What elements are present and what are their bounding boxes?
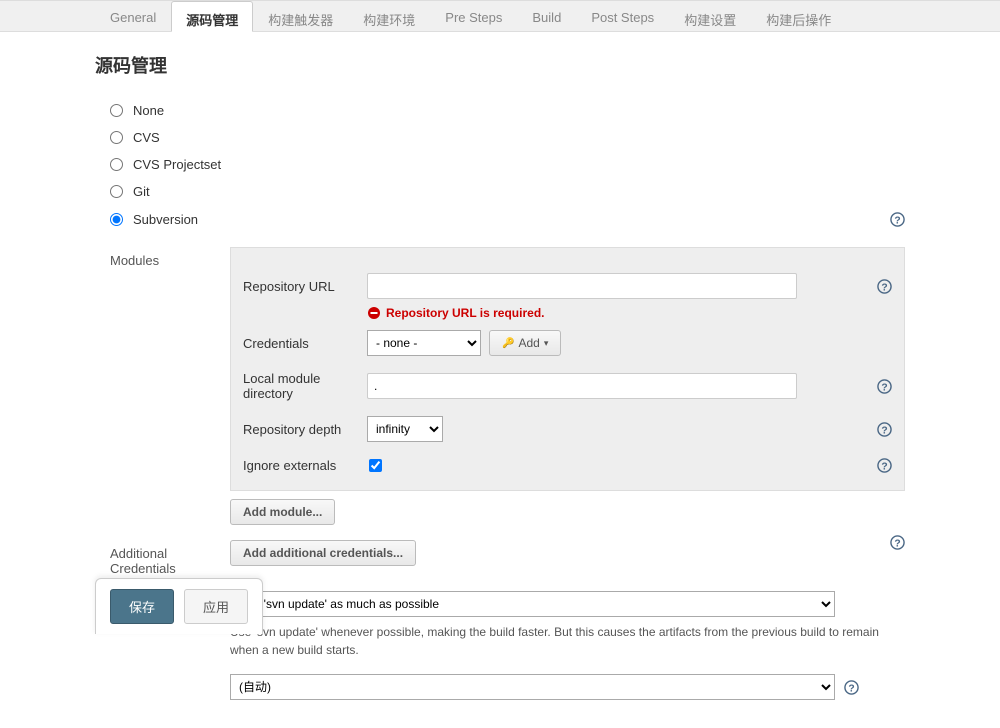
modules-label: Modules bbox=[110, 247, 230, 525]
scm-option-git[interactable]: Git bbox=[95, 184, 905, 199]
radio-cvs-projectset[interactable] bbox=[110, 158, 123, 171]
depth-select[interactable]: infinity bbox=[367, 416, 443, 442]
ignore-externals-checkbox[interactable] bbox=[369, 459, 382, 472]
auto-select-empty-label bbox=[110, 674, 230, 700]
svg-text:?: ? bbox=[894, 215, 900, 226]
repo-url-error: Repository URL is required. bbox=[367, 306, 892, 320]
svg-text:?: ? bbox=[881, 382, 887, 393]
credentials-select[interactable]: - none - bbox=[367, 330, 481, 356]
radio-label-git: Git bbox=[133, 184, 150, 199]
radio-label-none: None bbox=[133, 103, 164, 118]
scm-option-cvs-projectset[interactable]: CVS Projectset bbox=[95, 157, 905, 172]
help-icon-ignore-externals[interactable]: ? bbox=[876, 457, 892, 473]
repo-url-input[interactable] bbox=[367, 273, 797, 299]
tab-bar: General 源码管理 构建触发器 构建环境 Pre Steps Build … bbox=[0, 0, 1000, 32]
tab-build-env[interactable]: 构建环境 bbox=[348, 1, 430, 31]
bottom-action-bar: 保存 应用 bbox=[95, 578, 263, 634]
add-credentials-button[interactable]: 🔑 Add ▾ bbox=[489, 330, 561, 356]
radio-label-cvs: CVS bbox=[133, 130, 160, 145]
add-credentials-label: Add bbox=[518, 336, 539, 350]
depth-label: Repository depth bbox=[243, 422, 367, 437]
dropdown-caret-icon: ▾ bbox=[544, 338, 549, 349]
error-icon bbox=[367, 306, 381, 320]
credentials-label: Credentials bbox=[243, 336, 367, 351]
tab-pre-steps[interactable]: Pre Steps bbox=[430, 1, 517, 31]
radio-cvs[interactable] bbox=[110, 131, 123, 144]
scm-option-subversion[interactable]: Subversion bbox=[95, 212, 198, 227]
help-icon-additional-credentials[interactable]: ? bbox=[889, 534, 905, 550]
radio-label-subversion: Subversion bbox=[133, 212, 198, 227]
svg-text:?: ? bbox=[894, 538, 900, 549]
ignore-externals-label: Ignore externals bbox=[243, 458, 367, 473]
auto-select[interactable]: (自动) bbox=[230, 674, 835, 700]
tab-post-build[interactable]: 构建后操作 bbox=[751, 1, 846, 31]
save-button[interactable]: 保存 bbox=[110, 589, 174, 624]
help-icon-local-dir[interactable]: ? bbox=[876, 378, 892, 394]
add-module-button[interactable]: Add module... bbox=[230, 499, 335, 525]
help-icon-auto[interactable]: ? bbox=[843, 679, 859, 695]
checkout-strategy-help: Use 'svn update' whenever possible, maki… bbox=[230, 623, 905, 659]
scm-option-none[interactable]: None bbox=[95, 103, 905, 118]
help-icon-repo-url[interactable]: ? bbox=[876, 278, 892, 294]
radio-label-cvs-projectset: CVS Projectset bbox=[133, 157, 221, 172]
tab-build[interactable]: Build bbox=[517, 1, 576, 31]
help-icon-subversion[interactable]: ? bbox=[889, 211, 905, 227]
local-dir-input[interactable] bbox=[367, 373, 797, 399]
key-icon: 🔑 bbox=[502, 338, 514, 349]
radio-none[interactable] bbox=[110, 104, 123, 117]
tab-general[interactable]: General bbox=[95, 1, 171, 31]
radio-subversion[interactable] bbox=[110, 213, 123, 226]
radio-git[interactable] bbox=[110, 185, 123, 198]
tab-post-steps[interactable]: Post Steps bbox=[576, 1, 669, 31]
svg-text:?: ? bbox=[881, 282, 887, 293]
local-dir-label: Local module directory bbox=[243, 371, 367, 401]
svg-text:?: ? bbox=[881, 461, 887, 472]
modules-panel: Repository URL ? Repository URL is req bbox=[230, 247, 905, 491]
tab-triggers[interactable]: 构建触发器 bbox=[253, 1, 348, 31]
section-title: 源码管理 bbox=[95, 52, 905, 78]
repo-url-label: Repository URL bbox=[243, 279, 367, 294]
tab-scm[interactable]: 源码管理 bbox=[171, 1, 253, 32]
checkout-strategy-select[interactable]: Use 'svn update' as much as possible bbox=[230, 591, 835, 617]
tab-build-settings[interactable]: 构建设置 bbox=[669, 1, 751, 31]
svg-text:?: ? bbox=[848, 683, 854, 694]
help-icon-depth[interactable]: ? bbox=[876, 421, 892, 437]
error-text: Repository URL is required. bbox=[386, 306, 544, 320]
svg-text:?: ? bbox=[881, 425, 887, 436]
scm-option-cvs[interactable]: CVS bbox=[95, 130, 905, 145]
additional-credentials-label: Additional Credentials bbox=[110, 540, 230, 576]
add-additional-credentials-button[interactable]: Add additional credentials... bbox=[230, 540, 416, 566]
apply-button[interactable]: 应用 bbox=[184, 589, 248, 624]
